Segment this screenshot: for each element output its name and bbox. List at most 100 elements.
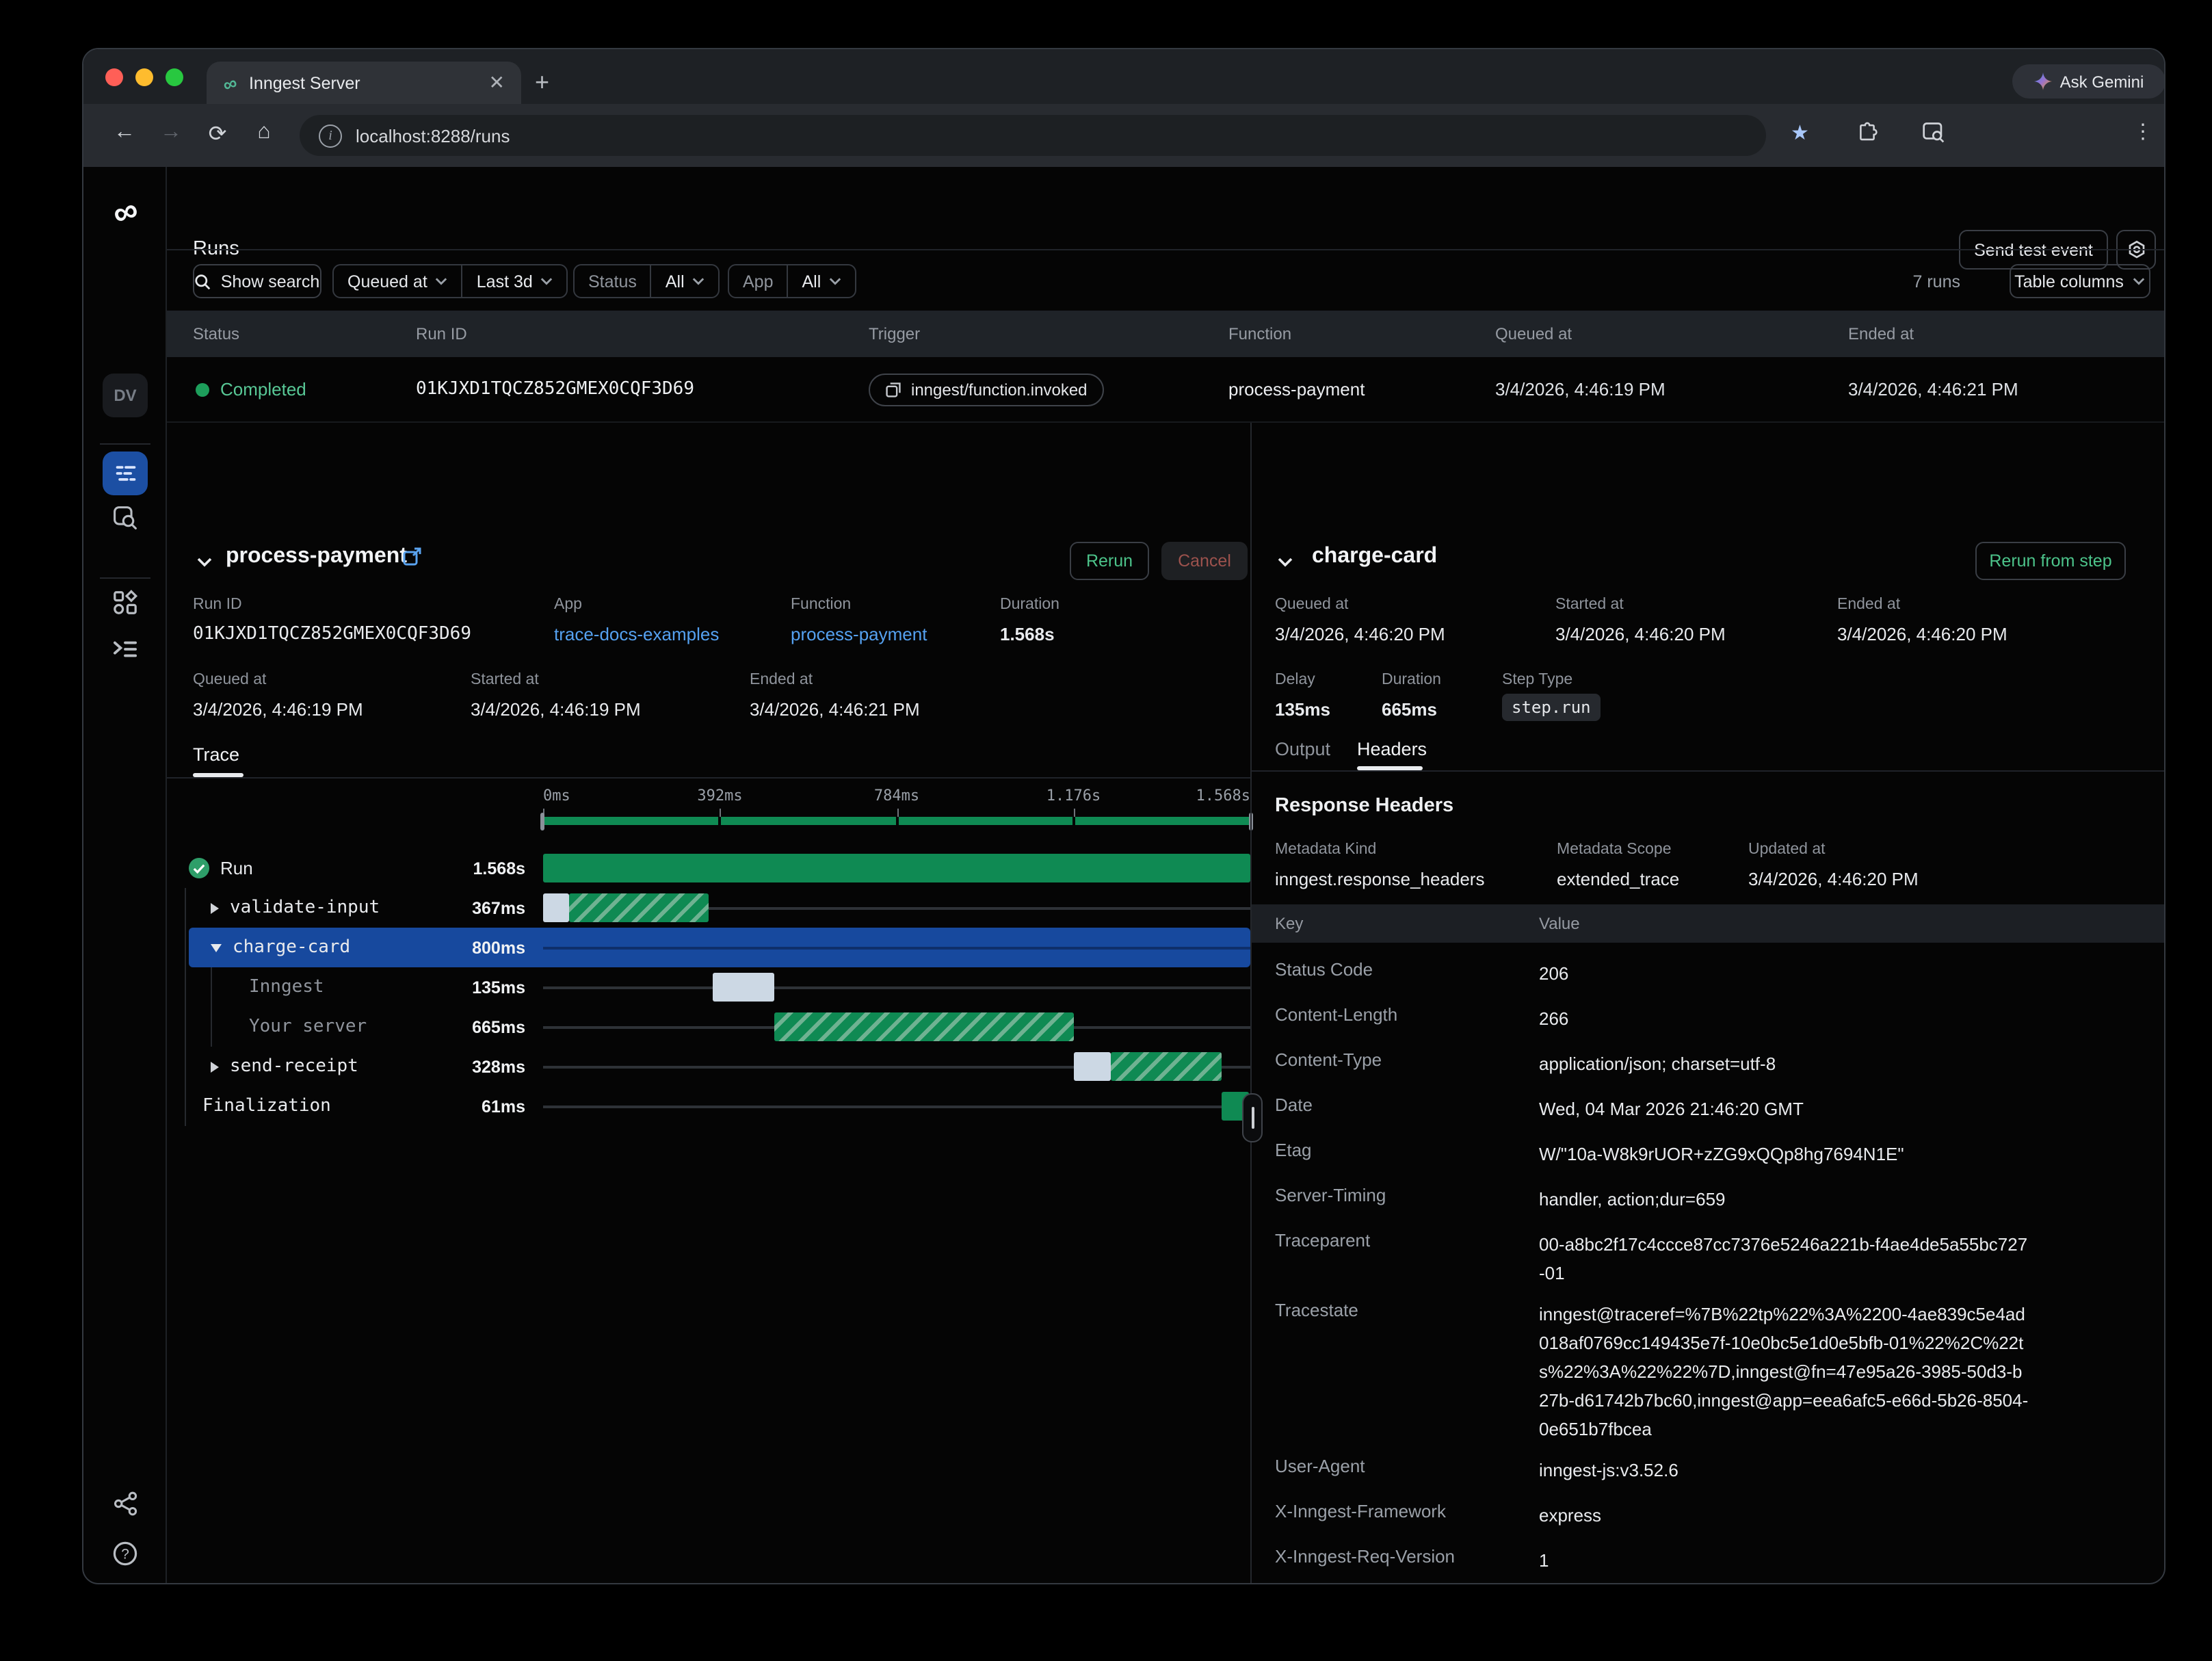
sidebar-item-terminal[interactable] (83, 638, 167, 661)
inngest-logo-icon: ∞ (83, 196, 167, 230)
step-ended-value: 3/4/2026, 4:46:20 PM (1837, 624, 2007, 644)
app-filter[interactable]: App All (728, 264, 856, 298)
status-filter[interactable]: Status All (573, 264, 720, 298)
trace-step-duration: 135ms (408, 978, 525, 997)
tab-output[interactable]: Output (1275, 739, 1330, 759)
trace-row-finalization[interactable]: Finalization61ms (189, 1086, 1250, 1126)
tab-trace[interactable]: Trace (193, 744, 239, 765)
col-ended-at: Ended at (1848, 324, 1914, 343)
sidebar-item-runs[interactable] (103, 452, 148, 495)
header-row-date: DateWed, 04 Mar 2026 21:46:20 GMT (1275, 1082, 2150, 1127)
extensions-icon[interactable] (1856, 122, 1878, 144)
chevron-down-icon[interactable] (211, 943, 222, 952)
svg-text:?: ? (121, 1547, 129, 1562)
bookmark-star-icon[interactable]: ★ (1791, 120, 1809, 145)
forward-icon[interactable]: → (155, 120, 187, 145)
headers-tab-underline (1357, 766, 1423, 770)
sidebar-item-apps[interactable] (83, 590, 167, 616)
trace-bar-hatch[interactable] (1111, 1052, 1222, 1081)
trigger-pill[interactable]: inngest/function.invoked (869, 374, 1104, 406)
workspace-badge[interactable]: DV (103, 374, 148, 417)
traffic-close-button[interactable] (105, 68, 123, 86)
ruler-tick (897, 809, 898, 817)
table-row[interactable]: Completed 01KJXD1TQCZ852GMEX0CQF3D69 inn… (167, 357, 2165, 423)
ask-gemini-button[interactable]: Ask Gemini (2012, 64, 2165, 99)
trace-row-your-server[interactable]: Your server665ms (189, 1007, 1250, 1047)
rerun-from-step-label: Rerun from step (1989, 551, 2111, 571)
inngest-favicon-icon: ∞ (220, 72, 239, 94)
traffic-minimize-button[interactable] (135, 68, 153, 86)
cancel-label: Cancel (1178, 551, 1231, 571)
trace-row-run[interactable]: Run1.568s (189, 848, 1250, 888)
cancel-button[interactable]: Cancel (1161, 542, 1248, 580)
time-range-dropdown[interactable]: Last 3d (463, 265, 567, 297)
address-bar[interactable]: i localhost:8288/runs (300, 115, 1766, 156)
collapse-run-icon[interactable] (197, 557, 212, 568)
header-row-tracestate: Tracestateinngest@traceref=%7B%22tp%22%3… (1275, 1287, 2150, 1443)
reading-mode-icon[interactable] (1922, 122, 1945, 144)
external-link-icon[interactable] (402, 547, 421, 566)
show-search-button[interactable]: Show search (193, 264, 321, 298)
step-type-badge: step.run (1502, 694, 1601, 721)
col-queued-at: Queued at (1495, 324, 1572, 343)
traffic-zoom-button[interactable] (166, 68, 183, 86)
trace-bar-hatch[interactable] (774, 1012, 1075, 1041)
header-row-x-inngest-framework: X-Inngest-Frameworkexpress (1275, 1489, 2150, 1534)
event-icon (885, 382, 901, 398)
trace-bar-delay[interactable] (713, 973, 774, 1002)
trace-bar-solid[interactable] (543, 854, 1250, 882)
queued-at-filter[interactable]: Queued at Last 3d (332, 264, 568, 298)
trace-minimap[interactable] (543, 817, 1250, 825)
header-row-content-length: Content-Length266 (1275, 992, 2150, 1037)
header-row-server-timing: Server-Timinghandler, action;dur=659 (1275, 1173, 2150, 1218)
table-columns-button[interactable]: Table columns (2010, 264, 2150, 298)
trace-row-send-receipt[interactable]: send-receipt328ms (189, 1047, 1250, 1086)
trace-row-charge-card[interactable]: charge-card800ms (189, 928, 1250, 967)
step-duration-value: 665ms (1382, 699, 1437, 720)
trace-bar-delay[interactable] (1074, 1052, 1111, 1081)
header-value: W/"10a-W8k9rUOR+zZG9xQQp8hg7694N1E" (1539, 1140, 2031, 1168)
header-key: Content-Type (1275, 1049, 1539, 1070)
chevron-right-icon[interactable] (211, 902, 219, 913)
function-link[interactable]: process-payment (791, 624, 927, 644)
queued-at-dropdown[interactable]: Queued at (334, 265, 463, 297)
browser-menu-icon[interactable]: ⋮ (2133, 119, 2153, 144)
trace-bar-hatch[interactable] (569, 893, 709, 922)
header-value: Wed, 04 Mar 2026 21:46:20 GMT (1539, 1095, 2031, 1123)
header-row-status code: Status Code206 (1275, 947, 2150, 992)
headers-table-body: Status Code206Content-Length266 Content-T… (1275, 947, 2150, 1584)
run-ended-label: Ended at (750, 672, 813, 688)
app-filter-dropdown[interactable]: All (789, 265, 856, 297)
delay-value: 135ms (1275, 699, 1330, 720)
tab-headers[interactable]: Headers (1357, 739, 1427, 759)
home-icon[interactable]: ⌂ (248, 120, 280, 145)
trace-bar-delay[interactable] (543, 893, 569, 922)
header-value: inngest@traceref=%7B%22tp%22%3A%2200-4ae… (1539, 1300, 2031, 1443)
run-queued-value: 3/4/2026, 4:46:19 PM (193, 699, 363, 720)
trace-step-name: Run (220, 858, 253, 878)
collapse-step-icon[interactable] (1278, 557, 1293, 568)
tab-close-icon[interactable]: ✕ (489, 71, 505, 94)
chevron-right-icon[interactable] (211, 1061, 219, 1072)
new-tab-button[interactable]: + (535, 67, 549, 97)
sidebar-item-events[interactable] (83, 505, 167, 531)
site-info-icon[interactable]: i (319, 124, 342, 147)
rerun-from-step-button[interactable]: Rerun from step (1975, 542, 2126, 580)
minimap-handle-left[interactable] (540, 813, 544, 830)
reload-icon[interactable]: ⟳ (201, 120, 234, 148)
run-id-value: 01KJXD1TQCZ852GMEX0CQF3D69 (193, 624, 471, 644)
trace-step-duration: 328ms (408, 1057, 525, 1076)
status-filter-dropdown[interactable]: All (652, 265, 719, 297)
rerun-button[interactable]: Rerun (1070, 542, 1149, 580)
duration-label: Duration (1000, 597, 1059, 613)
trace-row-validate-input[interactable]: validate-input367ms (189, 888, 1250, 928)
metadata-kind-label: Metadata Kind (1275, 841, 1376, 858)
trace-row-inngest[interactable]: Inngest135ms (189, 967, 1250, 1007)
browser-tab[interactable]: ∞ Inngest Server ✕ (207, 62, 521, 104)
function-cell: process-payment (1228, 379, 1365, 400)
share-icon[interactable] (83, 1491, 167, 1516)
trace-track-line (543, 986, 1250, 989)
help-icon[interactable]: ? (83, 1541, 167, 1567)
back-icon[interactable]: ← (108, 120, 141, 145)
app-link[interactable]: trace-docs-examples (554, 624, 719, 644)
